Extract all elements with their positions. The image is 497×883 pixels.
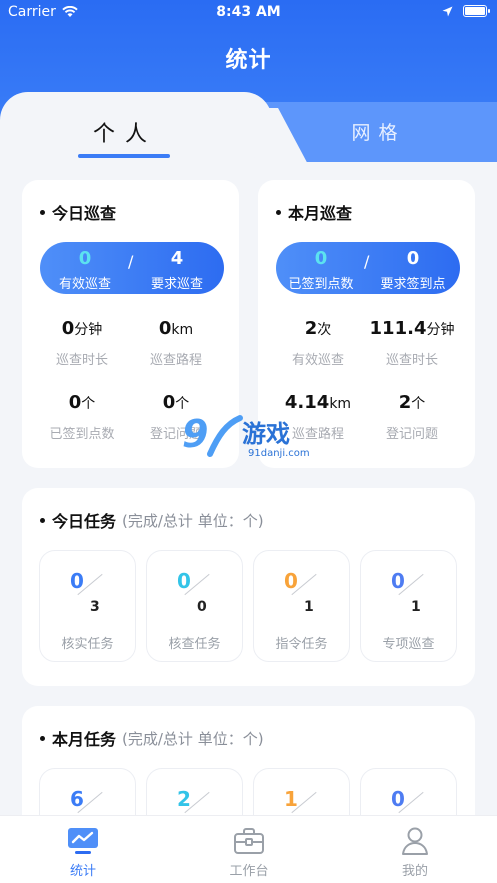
nav-label: 工作台 [229,864,269,879]
today-patrol-title: 今日巡查 [52,204,117,223]
stat-value: 0 [61,318,75,339]
stat-label: 巡查时长 [385,353,438,368]
stat-value: 0 [68,392,82,413]
task-label: 指令任务 [275,637,328,652]
stat-unit: km [171,322,194,338]
stat-value: 2 [304,318,318,339]
today-tasks-title: 今日任务 [52,512,117,531]
stat-label: 登记问题 [385,427,438,442]
bullet-icon [40,517,45,523]
nav-label: 统计 [69,864,96,879]
user-icon [402,827,428,855]
stat-unit: 个 [81,396,96,412]
task-total: 0 [197,599,207,615]
task-label: 核实任务 [61,637,114,652]
task-tile-instruction[interactable]: 0 1 指令任务 [253,550,350,662]
nav-item-mine[interactable]: 我的 [332,816,497,883]
bottom-nav: 统计 工作台 我的 [0,815,497,883]
task-total: 1 [411,599,421,615]
stat-unit: 次 [317,322,332,338]
stat-value: 2 [398,392,412,413]
bullet-icon [276,209,281,215]
page-title: 统计 [225,48,272,73]
stat-label: 已签到点数 [49,427,115,442]
stat-value: 4.14 [284,392,330,413]
task-tile-special[interactable]: 0 1 专项巡查 [360,550,457,662]
stat-unit: 分钟 [74,322,103,338]
done-value: 0 [78,248,92,269]
stat-issues: 2个 登记问题 [362,392,462,442]
required-label: 要求签到点 [380,277,446,292]
month-tasks-title: 本月任务 [52,730,117,749]
stat-duration: 111.4分钟 巡查时长 [356,318,468,368]
stat-unit: 个 [175,396,190,412]
done-label: 已签到点数 [288,277,354,292]
location-arrow-icon [442,6,453,16]
card-title: 本月巡查 [276,200,352,224]
stat-value: 0 [158,318,172,339]
month-patrol-summary: 0 已签到点数 / 0 要求签到点 [276,242,460,294]
tab-personal-label: 个人 [92,122,157,147]
stat-valid-patrols: 2次 有效巡查 [268,318,368,368]
required-value: 4 [170,248,184,269]
stat-value: 0 [162,392,176,413]
stat-label: 巡查路程 [149,353,202,368]
stat-distance: 0km 巡查路程 [126,318,226,368]
battery-icon [463,5,490,17]
today-patrol-summary: 0 有效巡查 / 4 要求巡查 [40,242,224,294]
card-title: 今日任务 (完成/总计 单位：个) [40,508,264,532]
nav-item-workbench[interactable]: 工作台 [166,816,332,883]
nav-label: 我的 [401,864,428,879]
task-total: 3 [90,599,100,615]
done-value: 0 [314,248,328,269]
active-tab-indicator [78,154,170,158]
card-title: 今日巡查 [40,200,116,224]
required-label: 要求巡查 [150,277,203,292]
watermark-logo: 9 游戏 91danji.com [182,412,322,466]
separator: / [128,252,134,271]
bullet-icon [40,209,45,215]
stat-label: 巡查时长 [55,353,108,368]
separator: / [364,252,370,271]
tab-personal[interactable]: 个人 [0,92,272,162]
stat-unit: 分钟 [426,322,455,338]
watermark-url: 91danji.com [248,448,310,459]
stat-duration: 0分钟 巡查时长 [32,318,132,368]
stat-label: 有效巡查 [291,353,344,368]
task-label: 核查任务 [168,637,221,652]
chart-icon [68,828,98,854]
stat-unit: km [329,396,352,412]
tab-bar: 网格 个人 [0,92,497,162]
stat-checkins: 0个 已签到点数 [32,392,132,442]
watermark-mark: 9 [182,412,208,456]
today-tasks-subtitle: (完成/总计 单位：个) [122,511,264,530]
clock: 8:43 AM [216,4,281,20]
task-tile-check[interactable]: 0 0 核查任务 [146,550,243,662]
month-patrol-title: 本月巡查 [288,204,353,223]
watermark-swoosh [207,415,243,457]
briefcase-icon [234,828,264,854]
watermark-name: 游戏 [242,420,290,448]
status-bar: Carrier 8:43 AM [0,0,497,26]
task-label: 专项巡查 [382,637,435,652]
card-title: 本月任务 (完成/总计 单位：个) [40,726,264,750]
today-tasks-card: 今日任务 (完成/总计 单位：个) 0 3 核实任务 0 0 核查任务 0 1 … [22,488,475,686]
done-label: 有效巡查 [58,277,111,292]
bullet-icon [40,735,45,741]
nav-item-stats[interactable]: 统计 [0,816,166,883]
stat-unit: 个 [411,396,426,412]
stat-value: 111.4 [369,318,427,339]
task-total: 1 [304,599,314,615]
task-tile-verify[interactable]: 0 3 核实任务 [39,550,136,662]
month-tasks-subtitle: (完成/总计 单位：个) [122,729,264,748]
required-value: 0 [406,248,420,269]
